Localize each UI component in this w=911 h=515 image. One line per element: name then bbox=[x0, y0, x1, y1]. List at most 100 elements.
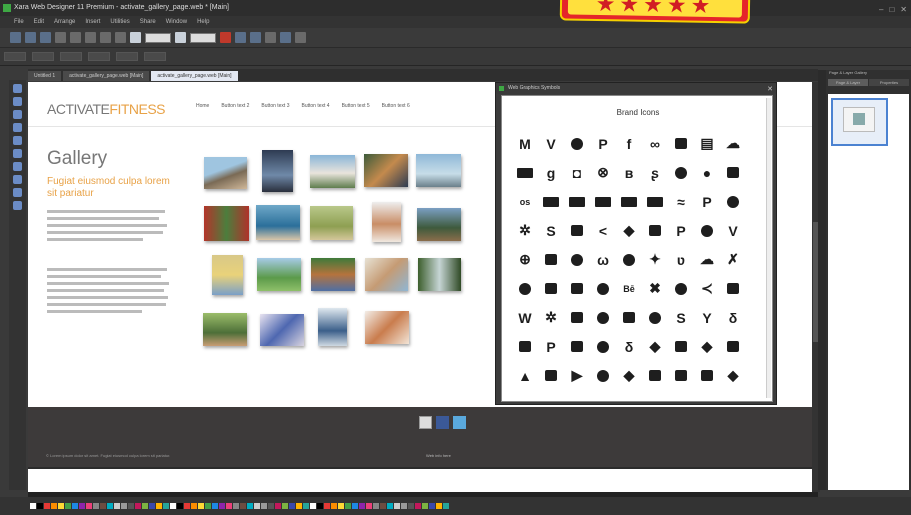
color-swatch[interactable] bbox=[86, 503, 92, 509]
color-swatch[interactable] bbox=[401, 503, 407, 509]
color-swatch[interactable] bbox=[394, 503, 400, 509]
tripadvisor-icon[interactable] bbox=[694, 216, 720, 245]
menu-window[interactable]: Window bbox=[166, 16, 187, 28]
pen-tool-icon[interactable] bbox=[13, 136, 22, 145]
preview-icon[interactable] bbox=[220, 32, 231, 43]
github-icon[interactable]: ⊕ bbox=[512, 245, 538, 274]
soundcloud-icon[interactable]: ☁ bbox=[720, 129, 746, 158]
photo-thumbnail[interactable] bbox=[417, 208, 461, 241]
color-swatch[interactable] bbox=[268, 503, 274, 509]
card-visa-icon[interactable] bbox=[564, 187, 590, 216]
vimeo-square-icon[interactable]: V bbox=[720, 216, 746, 245]
reddit-icon[interactable] bbox=[720, 158, 746, 187]
blogger-icon[interactable] bbox=[512, 158, 538, 187]
slack-icon[interactable] bbox=[538, 274, 564, 303]
rebel-icon[interactable]: ◆ bbox=[616, 361, 642, 390]
menu-share[interactable]: Share bbox=[140, 16, 156, 28]
opera-icon[interactable]: P bbox=[538, 332, 564, 361]
photo-thumbnail[interactable] bbox=[203, 313, 247, 346]
color-swatch[interactable] bbox=[387, 503, 393, 509]
openid-icon[interactable] bbox=[590, 303, 616, 332]
spotify-icon[interactable] bbox=[564, 303, 590, 332]
push-tool-icon[interactable] bbox=[13, 201, 22, 210]
gmail-icon[interactable]: M bbox=[512, 129, 538, 158]
weixin-icon[interactable] bbox=[642, 361, 668, 390]
copy-icon[interactable] bbox=[70, 32, 81, 43]
digg-icon[interactable]: ◆ bbox=[616, 216, 642, 245]
color-swatch[interactable] bbox=[359, 503, 365, 509]
dribbble-square-icon[interactable] bbox=[720, 332, 746, 361]
text-tool-icon[interactable] bbox=[13, 97, 22, 106]
photo-thumbnail[interactable] bbox=[257, 258, 301, 291]
card-paypal-icon[interactable] bbox=[590, 187, 616, 216]
tumblr-square-icon[interactable]: ▤ bbox=[694, 129, 720, 158]
photo-thumbnail[interactable] bbox=[310, 155, 355, 188]
ocd-icon[interactable] bbox=[512, 332, 538, 361]
myspace-icon[interactable] bbox=[668, 129, 694, 158]
joomla-icon[interactable]: ✦ bbox=[642, 245, 668, 274]
xing-icon[interactable]: ✗ bbox=[720, 245, 746, 274]
color-swatch[interactable] bbox=[331, 503, 337, 509]
xing-square-icon[interactable] bbox=[720, 274, 746, 303]
color-swatch[interactable] bbox=[65, 503, 71, 509]
color-swatch[interactable] bbox=[135, 503, 141, 509]
card-mastercard-icon[interactable] bbox=[616, 187, 642, 216]
color-swatch[interactable] bbox=[177, 503, 183, 509]
photo-thumbnail[interactable] bbox=[262, 150, 293, 192]
color-swatch[interactable] bbox=[149, 503, 155, 509]
vine-square-icon[interactable] bbox=[512, 274, 538, 303]
transparency-tool-icon[interactable] bbox=[13, 175, 22, 184]
color-swatch[interactable] bbox=[352, 503, 358, 509]
color-swatch[interactable] bbox=[226, 503, 232, 509]
yelp-icon[interactable]: ✲ bbox=[512, 216, 538, 245]
color-swatch[interactable] bbox=[289, 503, 295, 509]
behance-square-icon[interactable]: ʙ bbox=[616, 158, 642, 187]
help-icon[interactable] bbox=[295, 32, 306, 43]
photo-thumbnail[interactable] bbox=[365, 311, 409, 344]
color-swatch[interactable] bbox=[317, 503, 323, 509]
flickr-square-icon[interactable]: W bbox=[512, 303, 538, 332]
facebook-icon[interactable] bbox=[436, 416, 449, 429]
bitbucket-icon[interactable]: ☁ bbox=[694, 245, 720, 274]
google-plus-icon[interactable]: ◆ bbox=[642, 332, 668, 361]
linkedin-icon[interactable]: δ bbox=[616, 332, 642, 361]
panel-title-bar[interactable]: Web Graphics Symbols ✕ bbox=[496, 83, 776, 94]
vk-icon[interactable]: δ bbox=[720, 303, 746, 332]
pinterest-p-icon[interactable]: ʋ bbox=[668, 245, 694, 274]
cut-icon[interactable] bbox=[55, 32, 66, 43]
paypal-icon[interactable]: P bbox=[694, 187, 720, 216]
facebook-square-icon[interactable]: f bbox=[616, 129, 642, 158]
color-swatch[interactable] bbox=[163, 503, 169, 509]
stumbleupon-icon[interactable] bbox=[616, 245, 642, 274]
color-swatch[interactable] bbox=[422, 503, 428, 509]
open-icon[interactable] bbox=[25, 32, 36, 43]
color-swatch[interactable] bbox=[79, 503, 85, 509]
nav-button-2[interactable]: Button text 2 bbox=[221, 103, 249, 109]
color-swatch[interactable] bbox=[114, 503, 120, 509]
instagram-icon[interactable] bbox=[668, 158, 694, 187]
photo-thumbnail[interactable] bbox=[365, 258, 408, 291]
quality-field[interactable] bbox=[190, 32, 216, 43]
twitter-icon[interactable] bbox=[453, 416, 466, 429]
panel-close-icon[interactable]: ✕ bbox=[767, 84, 773, 95]
steam-square-icon[interactable]: S bbox=[668, 303, 694, 332]
rss-wifi-icon[interactable]: ≈ bbox=[668, 187, 694, 216]
color-swatch[interactable] bbox=[219, 503, 225, 509]
zoom-field[interactable] bbox=[145, 32, 171, 43]
apple-icon[interactable]: ◆ bbox=[694, 332, 720, 361]
stack-exchange-icon[interactable] bbox=[668, 332, 694, 361]
color-swatch[interactable] bbox=[93, 503, 99, 509]
panel-scrollbar[interactable] bbox=[766, 98, 771, 398]
renren-icon[interactable] bbox=[538, 361, 564, 390]
lastfm-icon[interactable]: ∞ bbox=[642, 129, 668, 158]
color-swatch[interactable] bbox=[373, 503, 379, 509]
footer-link[interactable]: Web info here bbox=[426, 453, 451, 458]
color-swatch[interactable] bbox=[345, 503, 351, 509]
info-field-5[interactable] bbox=[116, 52, 138, 61]
color-swatch[interactable] bbox=[100, 503, 106, 509]
tab-untitled[interactable]: Untitled 1 bbox=[28, 71, 62, 81]
menu-edit[interactable]: Edit bbox=[34, 16, 44, 28]
sina-weibo-icon[interactable] bbox=[642, 303, 668, 332]
pied-piper-icon[interactable] bbox=[564, 245, 590, 274]
photo-thumbnail[interactable] bbox=[212, 255, 243, 295]
